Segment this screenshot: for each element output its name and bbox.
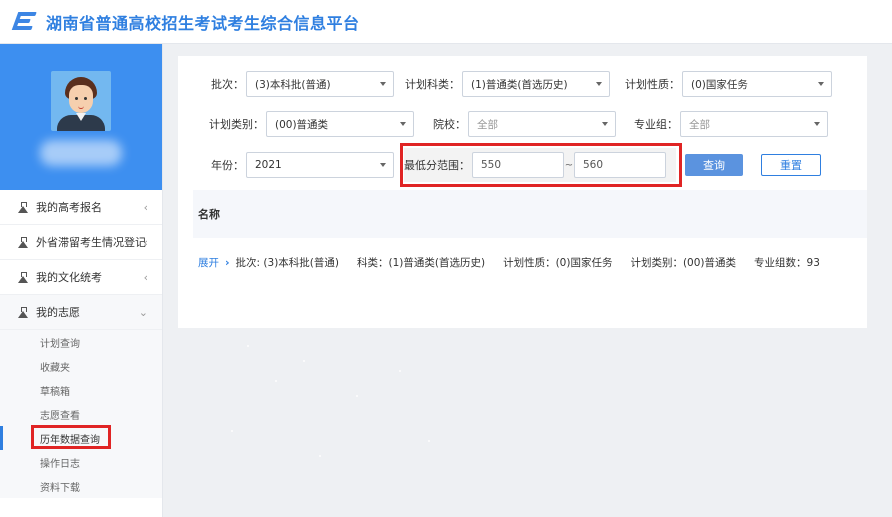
subject-select[interactable]: (1)普通类(首选历史) bbox=[462, 71, 610, 97]
sidebar-item-label: 我的高考报名 bbox=[36, 201, 102, 214]
summary-group-count: 专业组数：93 bbox=[754, 256, 820, 269]
top-header: 湖南省普通高校招生考试考生综合信息平台 bbox=[0, 0, 892, 44]
sidebar-item-label: 我的文化统考 bbox=[36, 271, 102, 284]
caret-down-icon bbox=[380, 82, 386, 86]
submenu-operation-log[interactable]: 操作日志 bbox=[0, 450, 162, 474]
submenu-plan-query[interactable]: 计划查询 bbox=[0, 330, 162, 354]
chevron-left-icon: ‹ bbox=[143, 201, 148, 214]
submenu-favorites[interactable]: 收藏夹 bbox=[0, 354, 162, 378]
chevron-left-icon: ‹ bbox=[143, 271, 148, 284]
caret-down-icon bbox=[602, 122, 608, 126]
decorative-dot bbox=[356, 395, 358, 397]
flask-icon bbox=[18, 236, 28, 248]
sidebar-item-stranded-registration[interactable]: 外省滞留考生情况登记 ‹ bbox=[0, 225, 162, 260]
chevron-down-icon: ⌄ bbox=[138, 306, 148, 319]
summary-nature: 计划性质：(0)国家任务 bbox=[503, 256, 613, 269]
summary-category: 计划类别：(00)普通类 bbox=[630, 256, 737, 269]
sidebar-submenu: 计划查询 收藏夹 草稿箱 志愿查看 历年数据查询 操作日志 资料下载 bbox=[0, 330, 162, 498]
chevron-right-icon[interactable]: › bbox=[225, 256, 230, 269]
sidebar-item-culture-exam[interactable]: 我的文化统考 ‹ bbox=[0, 260, 162, 295]
expand-link[interactable]: 展开 bbox=[198, 255, 219, 270]
year-label: 年份： bbox=[211, 159, 244, 172]
decorative-dot bbox=[275, 380, 277, 382]
category-label: 计划类别： bbox=[209, 118, 264, 131]
decorative-dot bbox=[319, 455, 321, 457]
result-summary-row: 展开 › 批次: (3)本科批(普通) 科类：(1)普通类(首选历史) 计划性质… bbox=[198, 254, 820, 270]
site-title: 湖南省普通高校招生考试考生综合信息平台 bbox=[46, 13, 360, 33]
batch-select[interactable]: (3)本科批(普通) bbox=[246, 71, 394, 97]
blurred-username bbox=[40, 140, 122, 166]
caret-down-icon bbox=[596, 82, 602, 86]
user-profile bbox=[0, 44, 162, 190]
results-column-name: 名称 bbox=[198, 208, 220, 221]
group-label: 专业组： bbox=[634, 118, 678, 131]
avatar[interactable] bbox=[51, 71, 111, 131]
submenu-downloads[interactable]: 资料下载 bbox=[0, 474, 162, 498]
query-button[interactable]: 查询 bbox=[685, 154, 743, 176]
decorative-dot bbox=[247, 345, 249, 347]
reset-button[interactable]: 重置 bbox=[761, 154, 821, 176]
caret-down-icon bbox=[814, 122, 820, 126]
chevron-left-icon: ‹ bbox=[143, 236, 148, 249]
sidebar-item-label: 我的志愿 bbox=[36, 306, 80, 319]
submenu-drafts[interactable]: 草稿箱 bbox=[0, 378, 162, 402]
decorative-dot bbox=[303, 360, 305, 362]
highlight-box-historical-data bbox=[31, 425, 111, 449]
platform-logo-icon bbox=[11, 11, 38, 33]
batch-label: 批次： bbox=[211, 78, 244, 91]
year-select[interactable]: 2021 bbox=[246, 152, 394, 178]
category-select[interactable]: (00)普通类 bbox=[266, 111, 414, 137]
summary-subject: 科类：(1)普通类(首选历史) bbox=[357, 256, 486, 269]
group-select[interactable]: 全部 bbox=[680, 111, 828, 137]
decorative-dot bbox=[231, 430, 233, 432]
nature-select[interactable]: (0)国家任务 bbox=[682, 71, 832, 97]
summary-batch: 批次: (3)本科批(普通) bbox=[235, 256, 339, 269]
nature-label: 计划性质： bbox=[625, 78, 680, 91]
highlight-box-score-range bbox=[400, 143, 682, 187]
sidebar-item-gaokao-registration[interactable]: 我的高考报名 ‹ bbox=[0, 190, 162, 225]
school-label: 院校： bbox=[433, 118, 466, 131]
decorative-dot bbox=[428, 440, 430, 442]
decorative-dot bbox=[399, 370, 401, 372]
results-header: 名称 bbox=[193, 190, 867, 238]
submenu-view-applications[interactable]: 志愿查看 bbox=[0, 402, 162, 426]
caret-down-icon bbox=[380, 163, 386, 167]
flask-icon bbox=[18, 201, 28, 213]
flask-icon bbox=[18, 271, 28, 283]
subject-label: 计划科类： bbox=[405, 78, 460, 91]
sidebar-item-label: 外省滞留考生情况登记 bbox=[36, 236, 146, 249]
caret-down-icon bbox=[818, 82, 824, 86]
sidebar-item-my-applications[interactable]: 我的志愿 ⌄ bbox=[0, 295, 162, 330]
sidebar-menu: 我的高考报名 ‹ 外省滞留考生情况登记 ‹ 我的文化统考 ‹ 我的志愿 ⌄ bbox=[0, 190, 162, 330]
flask-icon bbox=[18, 306, 28, 318]
school-select[interactable]: 全部 bbox=[468, 111, 616, 137]
caret-down-icon bbox=[400, 122, 406, 126]
